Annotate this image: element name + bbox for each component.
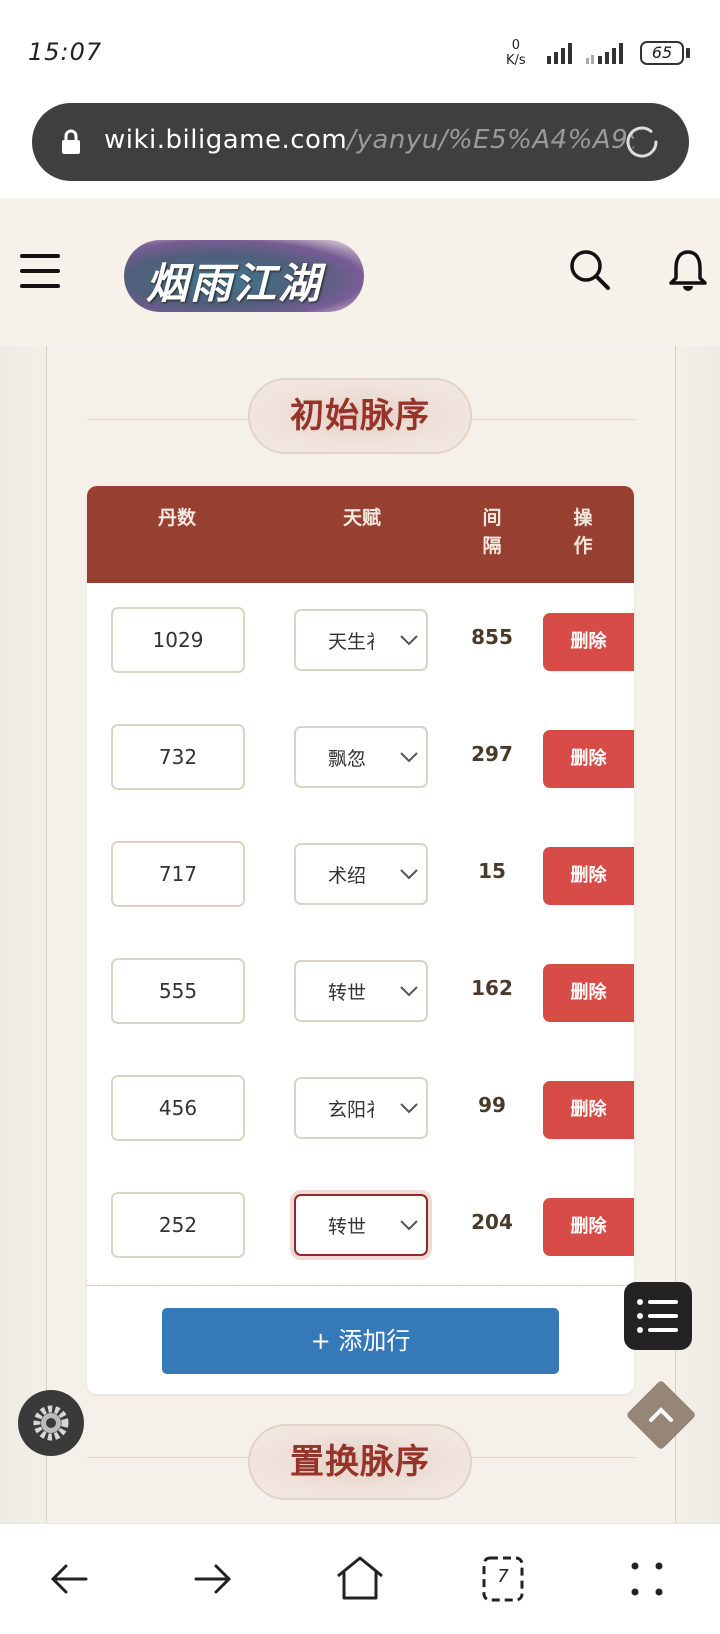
delete-button[interactable]: 删除 xyxy=(543,730,634,788)
dan-count-input[interactable]: 1029 xyxy=(111,607,245,673)
chevron-down-icon xyxy=(400,1103,418,1114)
header-dan-count: 丹数 xyxy=(157,507,196,529)
talent-select[interactable]: 天生衤 xyxy=(294,609,428,671)
delete-button[interactable]: 删除 xyxy=(543,964,634,1022)
talent-select[interactable]: 转世 xyxy=(294,1194,428,1256)
dan-count-input[interactable]: 555 xyxy=(111,958,245,1024)
section-title-initial: 初始脉序 xyxy=(248,378,472,454)
talent-select[interactable]: 转世 xyxy=(294,960,428,1022)
clock: 15:07 xyxy=(28,38,103,66)
delete-button[interactable]: 删除 xyxy=(543,847,634,905)
table-row: 252 转世 204 删除 xyxy=(87,1168,634,1286)
talent-select[interactable]: 术绍 xyxy=(294,843,428,905)
menu-icon[interactable] xyxy=(20,254,60,288)
chevron-up-icon xyxy=(649,1407,673,1422)
browser-toolbar: wiki.biligame.com/yanyu/%E5%A4%A9%E8% xyxy=(0,100,720,198)
delete-button[interactable]: 删除 xyxy=(543,1198,634,1256)
dan-count-input[interactable]: 456 xyxy=(111,1075,245,1141)
table-row: 555 转世 162 删除 xyxy=(87,934,634,1052)
section-title-replace: 置换脉序 xyxy=(248,1424,472,1500)
interval-value: 15 xyxy=(478,859,506,883)
header-talent: 天赋 xyxy=(342,507,381,529)
dan-count-input[interactable]: 252 xyxy=(111,1192,245,1258)
delete-button[interactable]: 删除 xyxy=(543,1081,634,1139)
chevron-down-icon xyxy=(400,1220,418,1231)
add-row-area: + 添加行 xyxy=(87,1285,634,1394)
interval-value: 99 xyxy=(478,1093,506,1117)
chevron-down-icon xyxy=(400,635,418,646)
talent-select[interactable]: 玄阳衤 xyxy=(294,1077,428,1139)
back-arrow-icon[interactable] xyxy=(44,1554,104,1604)
site-header: 烟雨江湖 xyxy=(0,198,720,346)
interval-value: 297 xyxy=(471,742,513,766)
url-text[interactable]: wiki.biligame.com/yanyu/%E5%A4%A9%E8% xyxy=(104,125,634,155)
add-row-button[interactable]: + 添加行 xyxy=(162,1308,559,1374)
lock-icon xyxy=(62,129,80,154)
battery-nub xyxy=(686,48,690,58)
chevron-down-icon xyxy=(400,752,418,763)
more-icon[interactable] xyxy=(618,1554,678,1604)
gear-icon xyxy=(33,1405,69,1441)
sequence-table: 丹数 天赋 间隔 操作 1029 天生衤 855 删除 732 飘忽 297 删… xyxy=(87,486,634,1394)
signal-2-icon xyxy=(586,43,623,64)
search-icon[interactable] xyxy=(568,248,612,292)
list-icon xyxy=(637,1299,678,1333)
delete-button[interactable]: 删除 xyxy=(543,613,634,671)
dan-count-input[interactable]: 732 xyxy=(111,724,245,790)
battery-icon: 65 xyxy=(640,41,684,65)
tabs-count: 7 xyxy=(497,1566,509,1587)
interval-value: 855 xyxy=(471,625,513,649)
settings-button[interactable] xyxy=(18,1390,84,1456)
chevron-down-icon xyxy=(400,869,418,880)
table-row: 717 术绍 15 删除 xyxy=(87,817,634,935)
table-row: 732 飘忽 297 删除 xyxy=(87,700,634,818)
browser-bottom-nav: 7 xyxy=(0,1523,720,1634)
tabs-button[interactable]: 7 xyxy=(478,1554,538,1604)
address-bar[interactable]: wiki.biligame.com/yanyu/%E5%A4%A9%E8% xyxy=(32,103,689,181)
header-action: 操作 xyxy=(573,507,593,557)
forward-arrow-icon[interactable] xyxy=(186,1554,246,1604)
interval-value: 204 xyxy=(471,1210,513,1234)
status-bar: 15:07 0 K/s 65 xyxy=(0,0,720,100)
table-header: 丹数 天赋 间隔 操作 xyxy=(87,486,634,583)
table-row: 1029 天生衤 855 删除 xyxy=(87,583,634,701)
network-speed: 0 K/s xyxy=(506,38,526,68)
reload-icon[interactable] xyxy=(620,120,664,164)
toc-button[interactable] xyxy=(624,1282,692,1350)
chevron-down-icon xyxy=(400,986,418,997)
interval-value: 162 xyxy=(471,976,513,1000)
header-interval: 间隔 xyxy=(482,507,502,557)
site-logo[interactable]: 烟雨江湖 xyxy=(124,240,364,312)
signal-icon xyxy=(547,43,572,64)
talent-select[interactable]: 飘忽 xyxy=(294,726,428,788)
dan-count-input[interactable]: 717 xyxy=(111,841,245,907)
bell-icon[interactable] xyxy=(668,248,708,292)
home-icon[interactable] xyxy=(330,1554,390,1604)
table-row: 456 玄阳衤 99 删除 xyxy=(87,1051,634,1169)
